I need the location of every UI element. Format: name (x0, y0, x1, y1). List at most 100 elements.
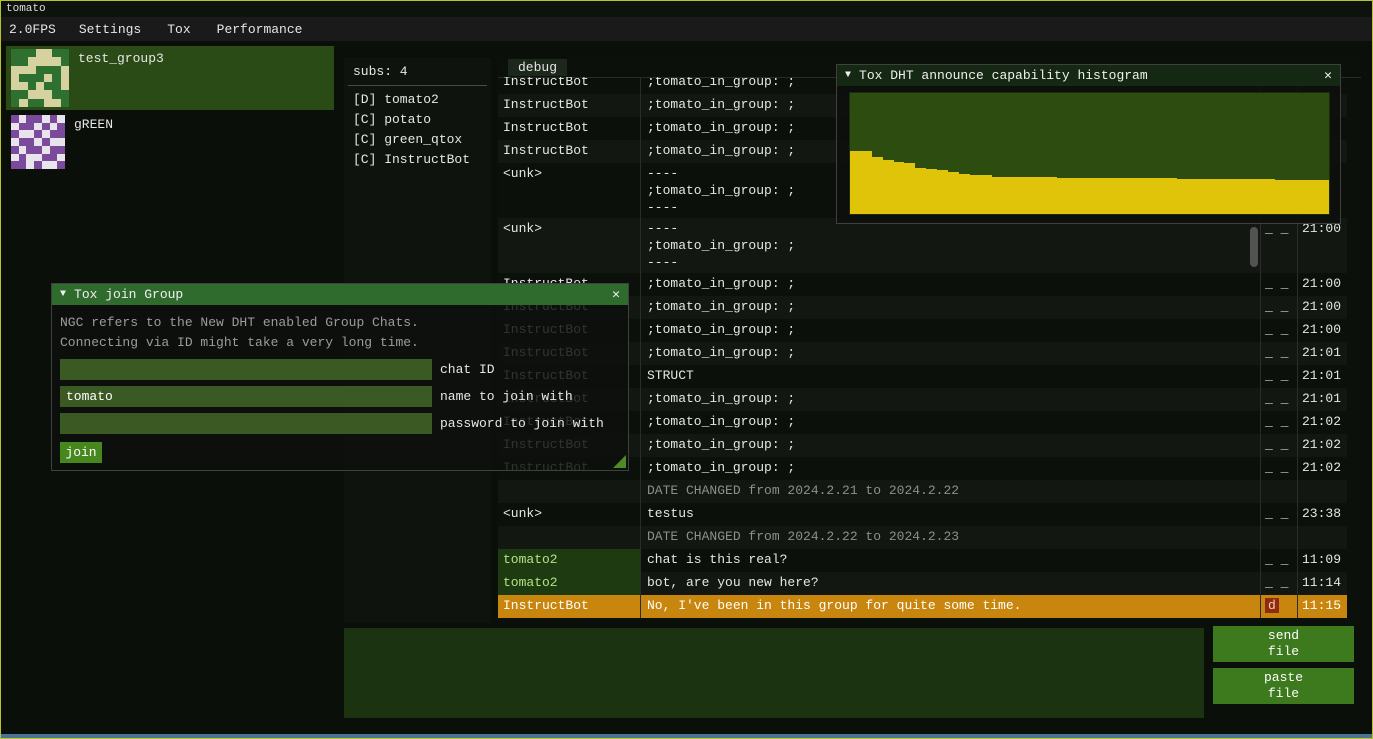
message-text: DATE CHANGED from 2024.2.21 to 2024.2.22 (641, 480, 1261, 503)
join-field-label: name to join with (440, 389, 573, 404)
histogram-bar (1024, 177, 1035, 215)
histogram-titlebar[interactable]: ▼ Tox DHT announce capability histogram … (837, 65, 1340, 86)
message-text: ----;tomato_in_group: ;---- (641, 218, 1261, 273)
menu-item-performance[interactable]: Performance (204, 17, 316, 41)
message-row[interactable]: DATE CHANGED from 2024.2.21 to 2024.2.22 (498, 480, 1347, 503)
contact-item-test_group3[interactable]: test_group3 (6, 46, 334, 110)
message-row[interactable]: InstructBotNo, I've been in this group f… (498, 595, 1347, 618)
join-field-label: chat ID (440, 362, 495, 377)
histogram-bar (1199, 179, 1210, 214)
contact-avatar (11, 115, 65, 169)
collapse-arrow-icon[interactable]: ▼ (60, 289, 66, 300)
window-title: tomato (6, 3, 46, 15)
histogram-bar (1079, 178, 1090, 214)
dht-histogram-window: ▼ Tox DHT announce capability histogram … (836, 64, 1341, 224)
message-time: 21:00 (1298, 319, 1347, 342)
join-input-name-to-join-with[interactable] (60, 386, 432, 407)
join-group-window-title: Tox join Group (74, 287, 183, 302)
message-row[interactable]: DATE CHANGED from 2024.2.22 to 2024.2.23 (498, 526, 1347, 549)
close-icon[interactable]: ✕ (612, 287, 620, 302)
join-input-password-to-join-with[interactable] (60, 413, 432, 434)
join-group-titlebar[interactable]: ▼ Tox join Group ✕ (52, 284, 628, 305)
message-row[interactable]: tomato2bot, are you new here?_ _11:14 (498, 572, 1347, 595)
fps-indicator: 2.0FPS (1, 17, 66, 41)
histogram-bar (1231, 179, 1242, 214)
message-flags: _ _ (1261, 218, 1298, 273)
histogram-bar (1100, 178, 1111, 214)
join-fields: chat ID name to join with password to join… (60, 359, 620, 434)
message-time (1298, 480, 1347, 503)
message-flags: d (1261, 595, 1298, 618)
histogram-bar (883, 160, 894, 214)
message-sender (498, 526, 641, 549)
collapse-arrow-icon[interactable]: ▼ (845, 70, 851, 81)
join-field-row: password to join with (60, 413, 620, 434)
histogram-bar (1057, 178, 1068, 214)
message-text: ;tomato_in_group: ; (641, 411, 1261, 434)
message-text: bot, are you new here? (641, 572, 1261, 595)
message-time: 11:15 (1298, 595, 1347, 618)
message-flags: _ _ (1261, 434, 1298, 457)
message-input[interactable] (344, 628, 1204, 718)
message-time: 21:01 (1298, 365, 1347, 388)
message-flags: _ _ (1261, 365, 1298, 388)
message-sender: InstructBot (498, 140, 641, 163)
message-row[interactable]: tomato2chat is this real?_ _11:09 (498, 549, 1347, 572)
tab-debug[interactable]: debug (508, 59, 567, 76)
histogram-bar (915, 168, 926, 214)
menu-item-tox[interactable]: Tox (154, 17, 203, 41)
histogram-bar (1286, 180, 1297, 214)
histogram-bar (1253, 179, 1264, 214)
menu-item-settings[interactable]: Settings (66, 17, 154, 41)
message-time: 21:02 (1298, 411, 1347, 434)
message-flags (1261, 480, 1298, 503)
histogram-bar (1275, 180, 1286, 214)
subs-member[interactable]: [D] tomato2 (344, 90, 491, 110)
message-sender: <unk> (498, 503, 641, 526)
send-file-button[interactable]: send file (1213, 626, 1354, 662)
histogram-bar (1068, 178, 1079, 214)
histogram-bar (1111, 178, 1122, 214)
histogram-bar (1220, 179, 1231, 214)
message-text: ;tomato_in_group: ; (641, 434, 1261, 457)
menubar: 2.0FPS SettingsToxPerformance (1, 17, 1372, 41)
histogram-bar (894, 162, 905, 214)
message-row[interactable]: <unk>----;tomato_in_group: ;----_ _21:00 (498, 218, 1347, 273)
message-row[interactable]: <unk>testus_ _23:38 (498, 503, 1347, 526)
subs-member[interactable]: [C] potato (344, 110, 491, 130)
subs-header: subs: 4 (344, 58, 491, 80)
contact-name: test_group3 (78, 51, 164, 107)
histogram-bar (1318, 180, 1329, 214)
message-flags: _ _ (1261, 342, 1298, 365)
join-button[interactable]: join (60, 442, 102, 463)
message-text: chat is this real? (641, 549, 1261, 572)
histogram-bar (1209, 179, 1220, 214)
histogram-bar (1035, 177, 1046, 215)
histogram-bar (1013, 177, 1024, 215)
histogram-body (837, 86, 1340, 223)
paste-file-button[interactable]: paste file (1213, 668, 1354, 704)
resize-grip[interactable] (613, 455, 626, 468)
histogram-window-title: Tox DHT announce capability histogram (859, 68, 1148, 83)
join-info-line2: Connecting via ID might take a very long… (60, 333, 620, 353)
subs-member[interactable]: [C] InstructBot (344, 150, 491, 170)
message-text: ;tomato_in_group: ; (641, 388, 1261, 411)
contact-item-gREEN[interactable]: gREEN (6, 112, 334, 172)
message-flags: _ _ (1261, 572, 1298, 595)
titlebar[interactable]: tomato (1, 1, 1372, 17)
close-icon[interactable]: ✕ (1324, 68, 1332, 83)
message-text: No, I've been in this group for quite so… (641, 595, 1261, 618)
join-group-body: NGC refers to the New DHT enabled Group … (52, 305, 628, 470)
message-flags: _ _ (1261, 319, 1298, 342)
message-time: 21:02 (1298, 457, 1347, 480)
scrollbar-thumb[interactable] (1250, 227, 1258, 267)
subs-member[interactable]: [C] green_qtox (344, 130, 491, 150)
histogram-bar (948, 172, 959, 214)
histogram-bar (1166, 178, 1177, 214)
join-input-chat-ID[interactable] (60, 359, 432, 380)
message-flags: _ _ (1261, 388, 1298, 411)
histogram-bar (872, 157, 883, 214)
histogram-bar (937, 170, 948, 214)
join-field-row: name to join with (60, 386, 620, 407)
message-time: 21:02 (1298, 434, 1347, 457)
